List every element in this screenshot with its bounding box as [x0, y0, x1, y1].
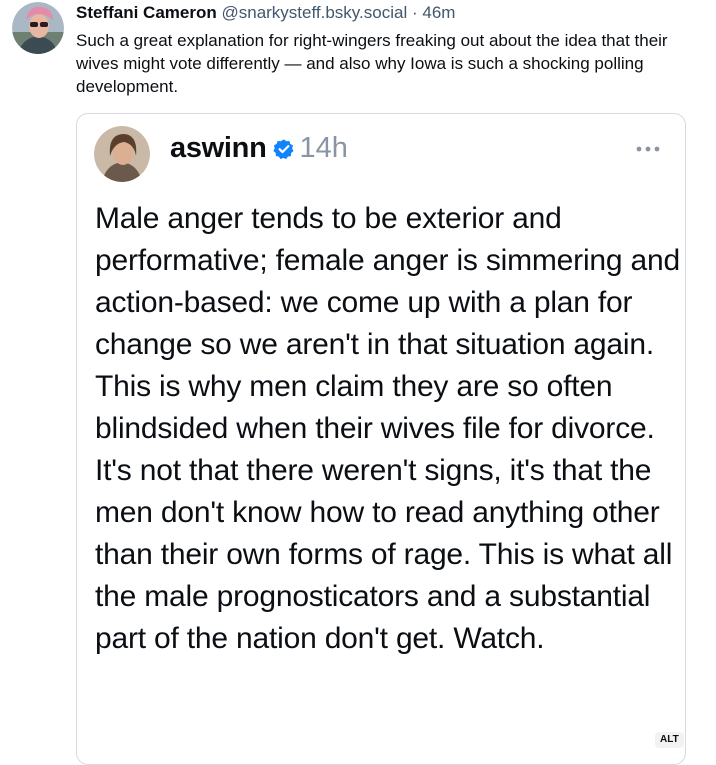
author-handle[interactable]: @snarkysteff.bsky.social: [221, 3, 407, 22]
post-timestamp[interactable]: 46m: [422, 3, 455, 22]
quoted-post-text: Male anger tends to be exterior and perf…: [95, 202, 680, 655]
alt-text-badge[interactable]: ALT: [655, 732, 684, 748]
verified-badge-icon: [272, 138, 295, 160]
post-header: Steffani Cameron @snarkysteff.bsky.socia…: [76, 2, 455, 24]
post-text: Such a great explanation for right-winge…: [76, 31, 668, 96]
author-name[interactable]: Steffani Cameron: [76, 3, 217, 22]
post: Steffani Cameron @snarkysteff.bsky.socia…: [0, 0, 716, 765]
quoted-author-name[interactable]: aswinn: [170, 132, 267, 165]
quoted-post-header: aswinn 14h: [170, 132, 348, 165]
quoted-post-timestamp[interactable]: 14h: [300, 132, 348, 165]
quoted-post-embed[interactable]: aswinn 14h Male anger tends to be exteri…: [76, 113, 686, 765]
more-options-icon[interactable]: [635, 140, 661, 152]
separator-dot: ·: [411, 3, 418, 22]
author-avatar[interactable]: [12, 2, 64, 54]
quoted-author-avatar[interactable]: [94, 126, 150, 182]
